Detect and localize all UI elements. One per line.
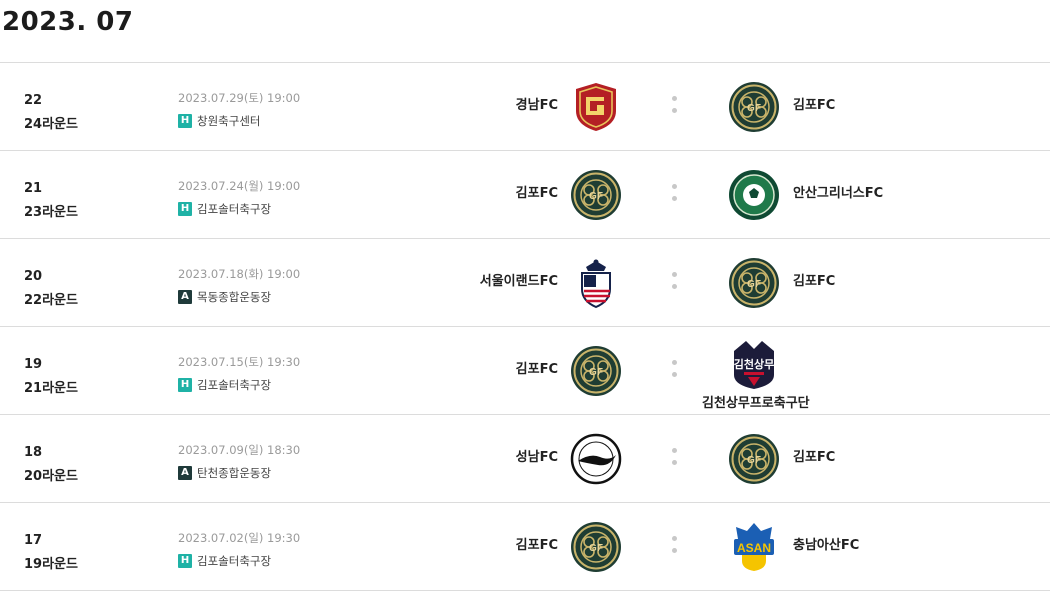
venue-name: 탄천종합운동장 [197, 466, 272, 480]
match-row[interactable]: 21 23라운드 2023.07.24(월) 19:00 H 김포솔터축구장 김… [0, 151, 1050, 239]
venue-name: 김포솔터축구장 [197, 554, 272, 568]
month-title: 2023. 07 [2, 7, 134, 37]
match-info: 2023.07.18(화) 19:00 A 목동종합운동장 [178, 265, 300, 304]
match-datetime: 2023.07.18(화) 19:00 [178, 267, 301, 281]
round-info: 22 24라운드 [24, 91, 78, 135]
gimpo-logo [570, 521, 622, 573]
seongnam-logo [570, 433, 622, 485]
venue-name: 김포솔터축구장 [197, 378, 272, 392]
venue-name: 김포솔터축구장 [197, 202, 272, 216]
home-team-name: 김포FC [515, 186, 558, 201]
round-name: 21라운드 [24, 381, 78, 396]
match-info: 2023.07.29(토) 19:00 H 창원축구센터 [178, 89, 300, 128]
gyeongnam-logo [570, 81, 622, 133]
seoul-eland-logo [570, 257, 622, 309]
match-info: 2023.07.02(일) 19:30 H 김포솔터축구장 [178, 529, 300, 568]
gimpo-logo [570, 345, 622, 397]
home-team-name: 김포FC [515, 538, 558, 553]
round-name: 20라운드 [24, 469, 78, 484]
gimpo-logo [570, 169, 622, 221]
score-separator [672, 360, 678, 384]
round-info: 20 22라운드 [24, 267, 78, 311]
score-separator [672, 184, 678, 208]
score-separator [672, 96, 678, 120]
gimcheon-logo [728, 339, 780, 391]
match-info: 2023.07.09(일) 18:30 A 탄천종합운동장 [178, 441, 300, 480]
venue-name: 목동종합운동장 [197, 290, 272, 304]
ansan-logo [728, 169, 780, 221]
match-datetime: 2023.07.15(토) 19:30 [178, 355, 301, 369]
venue-name: 창원축구센터 [197, 114, 261, 128]
round-name: 24라운드 [24, 117, 78, 132]
home-team-name: 서울이랜드FC [479, 274, 558, 289]
match-datetime: 2023.07.29(토) 19:00 [178, 91, 301, 105]
round-name: 23라운드 [24, 205, 78, 220]
gimpo-logo [728, 433, 780, 485]
away-team-name: 김포FC [793, 274, 836, 289]
home-team-name: 경남FC [515, 98, 558, 113]
away-team-name: 김포FC [793, 450, 836, 465]
round-name: 22라운드 [24, 293, 78, 308]
game-number: 22 [24, 93, 43, 108]
game-number: 20 [24, 269, 43, 284]
game-number: 21 [24, 181, 43, 196]
asan-logo [728, 521, 780, 573]
match-row[interactable]: 19 21라운드 2023.07.15(토) 19:30 H 김포솔터축구장 김… [0, 327, 1050, 415]
away-team-name: 김포FC [793, 98, 836, 113]
round-info: 17 19라운드 [24, 531, 78, 575]
round-name: 19라운드 [24, 557, 78, 572]
game-number: 18 [24, 445, 43, 460]
match-datetime: 2023.07.09(일) 18:30 [178, 443, 301, 457]
match-list: 22 24라운드 2023.07.29(토) 19:00 H 창원축구센터 경남… [0, 62, 1050, 591]
match-info: 2023.07.24(월) 19:00 H 김포솔터축구장 [178, 177, 300, 216]
score-separator [672, 448, 678, 472]
match-datetime: 2023.07.02(일) 19:30 [178, 531, 301, 545]
gimpo-logo [728, 81, 780, 133]
round-info: 18 20라운드 [24, 443, 78, 487]
match-datetime: 2023.07.24(월) 19:00 [178, 179, 301, 193]
match-info: 2023.07.15(토) 19:30 H 김포솔터축구장 [178, 353, 300, 392]
round-info: 19 21라운드 [24, 355, 78, 399]
away-venue-badge: A [178, 290, 192, 304]
away-team-name: 김천상무프로축구단 [702, 396, 810, 411]
round-info: 21 23라운드 [24, 179, 78, 223]
score-separator [672, 536, 678, 560]
game-number: 19 [24, 357, 43, 372]
home-venue-badge: H [178, 378, 192, 392]
match-row[interactable]: 22 24라운드 2023.07.29(토) 19:00 H 창원축구센터 경남… [0, 63, 1050, 151]
score-separator [672, 272, 678, 296]
away-venue-badge: A [178, 466, 192, 480]
match-row[interactable]: 18 20라운드 2023.07.09(일) 18:30 A 탄천종합운동장 성… [0, 415, 1050, 503]
home-venue-badge: H [178, 554, 192, 568]
match-row[interactable]: 17 19라운드 2023.07.02(일) 19:30 H 김포솔터축구장 김… [0, 503, 1050, 591]
game-number: 17 [24, 533, 43, 548]
home-venue-badge: H [178, 114, 192, 128]
home-venue-badge: H [178, 202, 192, 216]
home-team-name: 성남FC [515, 450, 558, 465]
away-team-name: 충남아산FC [793, 538, 860, 553]
match-row[interactable]: 20 22라운드 2023.07.18(화) 19:00 A 목동종합운동장 서… [0, 239, 1050, 327]
away-team-name: 안산그리너스FC [793, 186, 884, 201]
gimpo-logo [728, 257, 780, 309]
home-team-name: 김포FC [515, 362, 558, 377]
